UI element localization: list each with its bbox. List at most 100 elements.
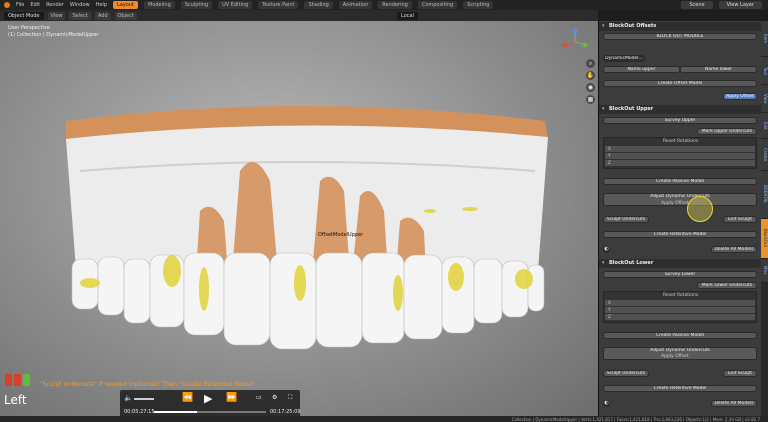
camera-icon[interactable]: ◉ [586,83,595,92]
dental-model-render[interactable] [0,21,598,416]
reset-rotations-label[interactable]: Reset Rotations [663,139,698,144]
rotation-x-field[interactable]: X [605,146,755,152]
3d-viewport[interactable]: User Perspective (1) Collection | Dynami… [0,21,598,416]
workspace-tab-layout[interactable]: Layout [113,1,138,9]
blender-logo-icon[interactable] [4,2,10,8]
menu-edit[interactable]: Edit [30,2,40,8]
menu-render[interactable]: Render [46,2,64,8]
model-field[interactable]: DynamicModel... [603,55,645,62]
delete-all-models-button[interactable]: Delete All Models [711,246,757,253]
axis-indicator-icon [5,374,12,386]
menu-object[interactable]: Object [114,11,137,20]
rotation-x-field[interactable]: X [605,300,755,306]
block-out-module-button[interactable]: BLOCK OUT MODULE [603,33,757,40]
sculpt-undercuts-button[interactable]: Sculpt Undercuts [603,216,649,223]
status-bar: Collection | DynamicModelUpper | Verts:1… [0,416,768,422]
rotation-y-field[interactable]: Y [605,153,755,159]
vtab-edit[interactable]: Edit [761,113,768,139]
fullscreen-icon[interactable]: ⛶ [288,394,292,402]
video-player-controls: 🔈 ⏪ ▶ ⏩ ▭ ⚙ ⛶ 00:05:27:15 00:17:25:09 [120,390,301,418]
top-menubar: File Edit Render Window Help Layout Mode… [0,0,768,10]
view-name: Left [4,393,27,407]
zoom-icon[interactable]: ⌕ [586,59,595,68]
rotation-y-field[interactable]: Y [605,307,755,313]
axis-indicator-icon [14,374,21,386]
lower-apply-offset-button[interactable]: Apply Offset [661,354,689,359]
workspace-tab-compositing[interactable]: Compositing [417,1,458,9]
navigation-gizmo[interactable] [560,27,590,57]
apply-offset-button[interactable]: Apply Offset [723,93,757,100]
create-retentive-model-button[interactable]: Create Retentive Model [603,385,757,392]
menu-add[interactable]: Add [94,11,111,20]
create-offset-model-button[interactable]: Create Offset Model [603,80,757,87]
workspace-tab-sculpting[interactable]: Sculpting [180,1,213,9]
viewport-header: Object Mode View Select Add Object Local [0,10,598,21]
name-upper-button[interactable]: Name upper [603,66,680,73]
instruction-hint: "Sculpt Undercuts" if needed (optional)!… [40,381,255,388]
workspace-tab-texture-paint[interactable]: Texture Paint [258,1,299,9]
create-retentive-model-button[interactable]: Create Retentive Model [603,231,757,238]
mark-upper-undercuts-button[interactable]: Mark Upper Undercuts [697,128,757,135]
cursor-highlight-icon [687,196,713,222]
vtab-create[interactable]: Create [761,139,768,171]
object-mode-dropdown[interactable]: Object Mode [4,11,44,20]
status-text: Collection | DynamicModelUpper | Verts:1… [511,416,760,422]
seek-progress [154,411,197,413]
workspace-tab-uv-editing[interactable]: UV Editing [218,1,253,9]
workspace-tab-scripting[interactable]: Scripting [463,1,494,9]
reset-rotations-label[interactable]: Reset Rotations [663,293,698,298]
survey-upper-button[interactable]: Survey Upper [603,117,757,124]
volume-slider[interactable] [134,398,154,400]
panel-header-offsets[interactable]: BlockOut Offsets [599,22,761,31]
vtab-blockout[interactable]: BlockOut [761,219,768,259]
menu-help[interactable]: Help [96,2,107,8]
panel-header-lower[interactable]: BlockOut Lower [599,259,761,268]
current-time: 00:05:27:15 [124,409,155,415]
app-window: File Edit Render Window Help Layout Mode… [0,0,768,422]
vtab-bdental[interactable]: BDENTAL [761,171,768,219]
screen-icon[interactable]: ▭ [256,394,262,401]
create-passive-model-button[interactable]: Create Passive Model [603,178,757,185]
rewind-icon[interactable]: ⏪ [182,393,193,403]
workspace-tab-modeling[interactable]: Modeling [144,1,175,9]
transform-orientation-dropdown[interactable]: Local [397,11,418,20]
axis-indicator-icon [23,374,30,386]
total-time: 00:17:25:09 [270,409,301,415]
exit-sculpt-button[interactable]: Exit Sculpt [723,370,757,377]
workspace-tab-animation[interactable]: Animation [338,1,373,9]
toggle-icon[interactable]: ◐ [603,400,610,407]
scene-selector[interactable]: Scene [681,1,713,9]
vtab-tool[interactable]: Tool [761,57,768,85]
play-icon[interactable]: ▶ [204,392,212,405]
pan-hand-icon[interactable]: ✋ [586,71,595,80]
upper-apply-offset-button[interactable]: Apply Offset [661,201,689,206]
n-panel-sidebar: BlockOut Offsets BLOCK OUT MODULE Dynami… [598,21,761,416]
name-lower-button[interactable]: Name lower [680,66,757,73]
survey-lower-button[interactable]: Survey Lower [603,271,757,278]
menu-select[interactable]: Select [69,11,91,20]
vtab-view[interactable]: View [761,85,768,113]
menu-view[interactable]: View [47,11,66,20]
grid-icon[interactable]: ▦ [586,95,595,104]
workspace-tab-shading[interactable]: Shading [304,1,333,9]
panel-header-upper[interactable]: BlockOut Upper [599,105,761,114]
view-layer-selector[interactable]: View Layer [718,1,762,9]
rotation-z-field[interactable]: Z [605,160,755,166]
volume-icon[interactable]: 🔈 [124,394,133,402]
vtab-misc[interactable]: Misc [761,259,768,283]
mark-lower-undercuts-button[interactable]: Mark Lower Undercuts [697,282,757,289]
menu-window[interactable]: Window [70,2,90,8]
sculpt-undercuts-button[interactable]: Sculpt Undercuts [603,370,649,377]
menu-file[interactable]: File [16,2,24,8]
vtab-item[interactable]: Item [761,21,768,57]
toggle-icon[interactable]: ◐ [603,246,610,253]
settings-icon[interactable]: ⚙ [272,394,277,401]
rotation-z-field[interactable]: Z [605,314,755,320]
object-label: OffsetModelUpper [318,232,364,238]
fast-forward-icon[interactable]: ⏩ [226,393,237,403]
workspace-tab-rendering[interactable]: Rendering [378,1,412,9]
create-passive-model-button[interactable]: Create Passive Model [603,332,757,339]
delete-all-models-button[interactable]: Delete All Models [711,400,757,407]
sidebar-vertical-tabs: Item Tool View Edit Create BDENTAL Block… [761,21,768,416]
exit-sculpt-button[interactable]: Exit Sculpt [723,216,757,223]
